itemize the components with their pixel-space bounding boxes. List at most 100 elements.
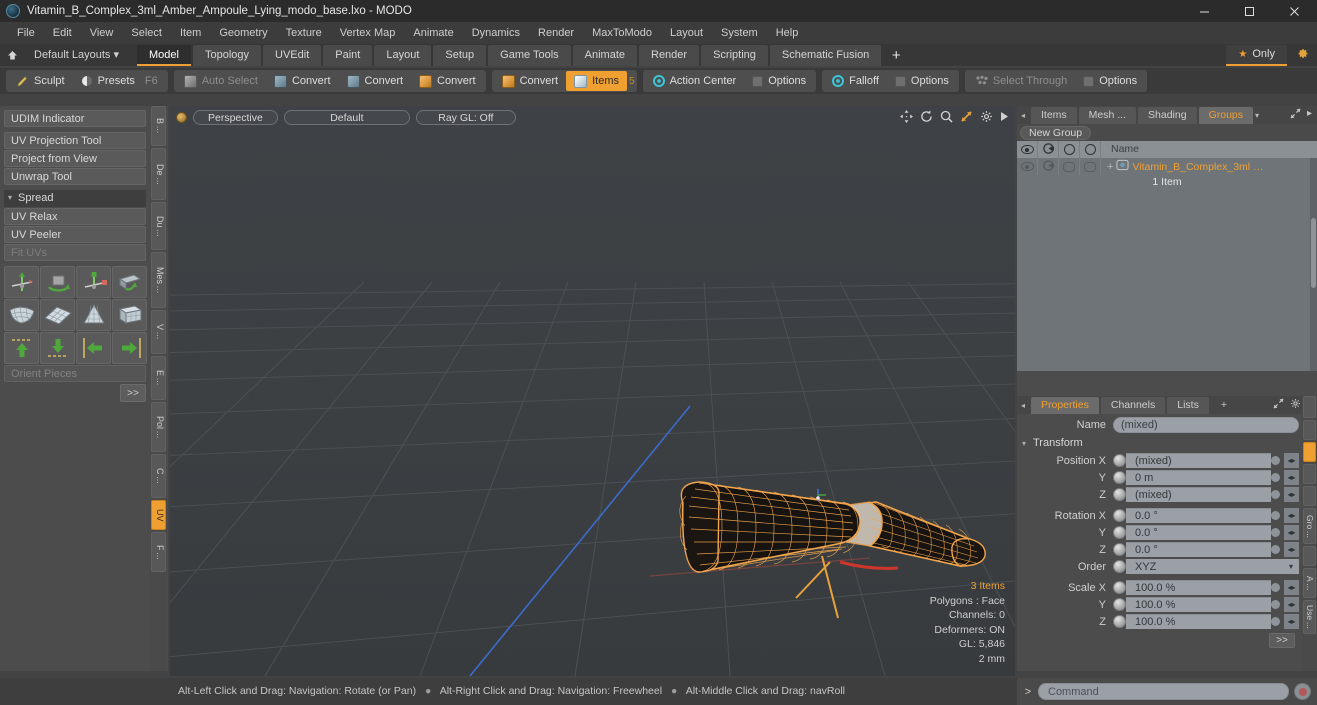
- properties-more-button[interactable]: >>: [1269, 633, 1295, 648]
- vtab-polygon[interactable]: Pol ...: [151, 402, 166, 452]
- action-center-options-button[interactable]: Options: [744, 71, 814, 91]
- uv-move-icon[interactable]: [4, 266, 39, 298]
- menu-item[interactable]: Item: [171, 24, 210, 42]
- tab-game-tools[interactable]: Game Tools: [488, 44, 571, 66]
- maximize-button[interactable]: [1227, 0, 1272, 22]
- rotation-z-spinner[interactable]: ◂▸: [1284, 542, 1299, 557]
- sculpt-button[interactable]: Sculpt: [8, 71, 73, 91]
- scale-x-field[interactable]: 100.0 %: [1126, 580, 1271, 595]
- uv-cone-icon[interactable]: [76, 299, 111, 331]
- scale-y-field[interactable]: 100.0 %: [1126, 597, 1271, 612]
- position-z-knob[interactable]: [1113, 488, 1126, 501]
- rvtab-2[interactable]: [1303, 420, 1316, 440]
- select-through-options-button[interactable]: Options: [1075, 71, 1145, 91]
- gear-icon[interactable]: [1290, 398, 1301, 412]
- rvtab-active[interactable]: [1303, 442, 1316, 462]
- rotation-x-spinner[interactable]: ◂▸: [1284, 508, 1299, 523]
- vtab-edge[interactable]: E ...: [151, 356, 166, 400]
- uv-align-right-icon[interactable]: [112, 332, 147, 364]
- udim-indicator-button[interactable]: UDIM Indicator: [4, 110, 146, 127]
- uv-scale-icon[interactable]: [76, 266, 111, 298]
- position-y-spinner[interactable]: ◂▸: [1284, 470, 1299, 485]
- tab-overflow-caret-icon[interactable]: ▾: [1255, 111, 1265, 120]
- row-lock-toggle[interactable]: [1059, 158, 1080, 175]
- gear-icon[interactable]: [980, 110, 993, 126]
- tab-render[interactable]: Render: [639, 44, 700, 66]
- command-input[interactable]: Command: [1038, 683, 1289, 700]
- rvtab-assembly[interactable]: A ...: [1303, 568, 1316, 598]
- panel-menu-icon[interactable]: ▸: [1307, 108, 1312, 122]
- uv-fit-icon[interactable]: [4, 299, 39, 331]
- uv-peeler-button[interactable]: UV Peeler: [4, 226, 146, 243]
- menu-maxtomodo[interactable]: MaxToModo: [583, 24, 661, 42]
- rvtab-1[interactable]: [1303, 396, 1316, 418]
- position-y-field[interactable]: 0 m: [1126, 470, 1271, 485]
- scale-x-knob[interactable]: [1113, 581, 1126, 594]
- viewport-menu-icon[interactable]: [176, 111, 187, 123]
- tab-uvedit[interactable]: UVEdit: [263, 44, 322, 66]
- add-tab-button[interactable]: +: [883, 45, 909, 66]
- row-render-toggle[interactable]: [1038, 158, 1059, 175]
- menu-help[interactable]: Help: [767, 24, 808, 42]
- tab-shading[interactable]: Shading: [1138, 106, 1197, 124]
- position-y-knob[interactable]: [1113, 471, 1126, 484]
- rotation-z-field[interactable]: 0.0 °: [1126, 542, 1271, 557]
- menu-render[interactable]: Render: [529, 24, 583, 42]
- tab-lists[interactable]: Lists: [1167, 396, 1209, 414]
- properties-caret-icon[interactable]: ◂: [1021, 401, 1031, 410]
- rvtab-user[interactable]: Use ...: [1303, 600, 1316, 634]
- settings-gear-icon[interactable]: [1287, 47, 1317, 63]
- scale-z-knob[interactable]: [1113, 615, 1126, 628]
- menu-file[interactable]: File: [8, 24, 44, 42]
- groups-table-scrollbar[interactable]: [1310, 158, 1317, 371]
- add-properties-tab-button[interactable]: +: [1211, 397, 1237, 414]
- tab-topology[interactable]: Topology: [192, 44, 262, 66]
- transform-section-header[interactable]: Transform: [1017, 435, 1317, 452]
- minimize-button[interactable]: [1182, 0, 1227, 22]
- menu-animate[interactable]: Animate: [404, 24, 462, 42]
- uv-relax-button[interactable]: UV Relax: [4, 208, 146, 225]
- scale-x-spinner[interactable]: ◂▸: [1284, 580, 1299, 595]
- rotation-y-spinner[interactable]: ◂▸: [1284, 525, 1299, 540]
- scale-z-spinner[interactable]: ◂▸: [1284, 614, 1299, 629]
- maximize-panel-icon[interactable]: [1273, 398, 1284, 412]
- default-layouts-dropdown[interactable]: Default Layouts ▾: [24, 45, 129, 65]
- convert-polygons-button[interactable]: Convert: [411, 71, 484, 91]
- panel-caret-icon[interactable]: ◂: [1021, 111, 1031, 120]
- order-knob[interactable]: [1113, 560, 1126, 573]
- vtab-uv[interactable]: UV: [151, 500, 166, 530]
- play-icon[interactable]: [1000, 111, 1009, 125]
- falloff-button[interactable]: Falloff: [824, 71, 887, 91]
- position-x-spinner[interactable]: ◂▸: [1284, 453, 1299, 468]
- vtab-mesh-edit[interactable]: Mes ...: [151, 252, 166, 308]
- name-field[interactable]: (mixed): [1113, 416, 1299, 433]
- unwrap-tool-button[interactable]: Unwrap Tool: [4, 168, 146, 185]
- vtab-vertex[interactable]: V ...: [151, 310, 166, 354]
- rvtab-groups[interactable]: Gro ...: [1303, 508, 1316, 544]
- uv-align-down-icon[interactable]: [40, 332, 75, 364]
- rotation-x-knob[interactable]: [1113, 509, 1126, 522]
- uv-grid-icon[interactable]: [40, 299, 75, 331]
- vtab-duplicate[interactable]: Du ...: [151, 202, 166, 250]
- tab-animate[interactable]: Animate: [572, 44, 637, 66]
- convert-vertices-button[interactable]: Convert: [266, 71, 339, 91]
- position-z-spinner[interactable]: ◂▸: [1284, 487, 1299, 502]
- tab-schematic-fusion[interactable]: Schematic Fusion: [769, 44, 882, 66]
- only-toggle[interactable]: ★ Only: [1226, 44, 1287, 66]
- row-visible-toggle[interactable]: [1017, 158, 1038, 175]
- fit-icon[interactable]: [960, 110, 973, 126]
- order-dropdown[interactable]: XYZ ▾: [1126, 559, 1299, 574]
- row-wireframe-toggle[interactable]: [1080, 158, 1101, 175]
- menu-dynamics[interactable]: Dynamics: [463, 24, 529, 42]
- convert-materials-button[interactable]: Convert: [494, 71, 567, 91]
- rotation-y-knob[interactable]: [1113, 526, 1126, 539]
- position-x-knob[interactable]: [1113, 454, 1126, 467]
- maximize-panel-icon[interactable]: [1290, 108, 1301, 122]
- tab-layout[interactable]: Layout: [374, 44, 432, 66]
- tab-setup[interactable]: Setup: [433, 44, 487, 66]
- menu-geometry[interactable]: Geometry: [210, 24, 276, 42]
- fit-uvs-button[interactable]: Fit UVs: [4, 244, 146, 261]
- vtab-curve[interactable]: C ...: [151, 454, 166, 498]
- expand-icon[interactable]: +: [1107, 161, 1113, 173]
- uv-rotate-icon[interactable]: [40, 266, 75, 298]
